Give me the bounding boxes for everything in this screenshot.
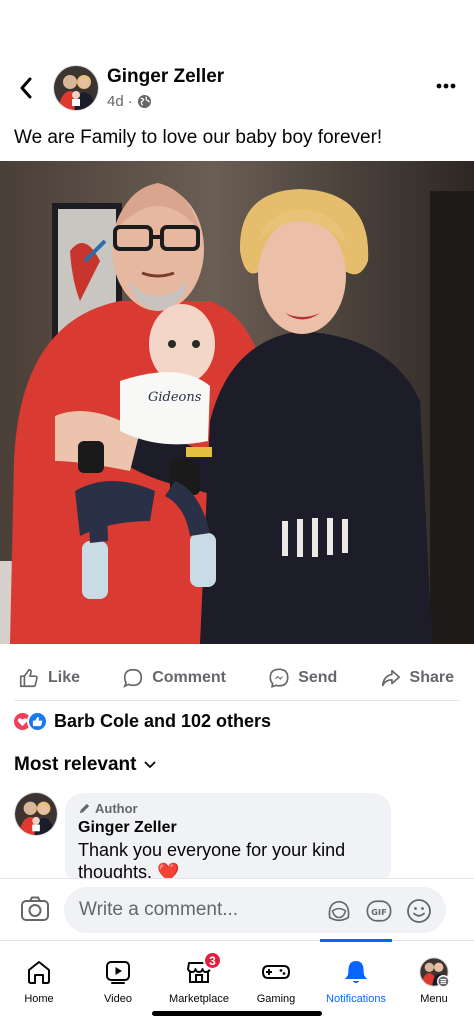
- comment-button[interactable]: Comment: [122, 667, 226, 689]
- post-meta: 4d ·: [107, 93, 152, 110]
- chevron-left-icon: [20, 77, 32, 99]
- tab-notifications-label: Notifications: [326, 993, 386, 1005]
- messenger-icon: [269, 668, 289, 688]
- tab-menu-label: Menu: [420, 993, 448, 1005]
- tab-video[interactable]: Video: [93, 941, 143, 1005]
- comment-sort-dropdown[interactable]: Most relevant: [14, 754, 156, 776]
- commenter-avatar[interactable]: [14, 792, 58, 836]
- post-header: Ginger Zeller 4d ·: [0, 62, 474, 114]
- tab-home-label: Home: [24, 993, 54, 1005]
- home-indicator: [152, 1011, 322, 1016]
- svg-text:Gideons: Gideons: [148, 390, 202, 405]
- avatar-menu-icon: [419, 957, 449, 988]
- home-icon: [28, 961, 50, 984]
- share-label: Share: [409, 669, 454, 686]
- thumbs-up-icon: [19, 668, 38, 688]
- share-button[interactable]: Share: [380, 667, 454, 689]
- like-label: Like: [48, 669, 81, 686]
- camera-button[interactable]: [20, 895, 50, 923]
- tab-home[interactable]: Home: [14, 941, 64, 1005]
- comment-label: Comment: [152, 669, 226, 686]
- share-arrow-icon: [381, 669, 400, 687]
- meta-separator: ·: [127, 93, 133, 110]
- status-bar-area: [0, 0, 474, 60]
- back-button[interactable]: [14, 74, 38, 102]
- send-label: Send: [298, 669, 338, 686]
- comment-text: Thank you everyone for your kind thought…: [78, 840, 346, 882]
- comment-author-name[interactable]: Ginger Zeller: [78, 819, 378, 837]
- video-icon: [106, 961, 130, 984]
- tab-gaming[interactable]: Gaming: [251, 941, 301, 1005]
- gaming-icon: [261, 965, 291, 979]
- author-name[interactable]: Ginger Zeller: [107, 66, 224, 88]
- tab-gaming-label: Gaming: [256, 993, 296, 1005]
- bottom-tab-bar: Home Video 3 Marketplace Gaming Notifica…: [0, 939, 474, 1024]
- gif-icon[interactable]: GIF: [366, 898, 392, 924]
- tab-menu[interactable]: Menu: [410, 941, 458, 1005]
- bell-icon: [345, 961, 367, 983]
- tab-marketplace[interactable]: 3 Marketplace: [162, 941, 236, 1005]
- more-dots-icon: [436, 83, 456, 89]
- post-caption: We are Family to love our baby boy forev…: [14, 127, 383, 148]
- pencil-icon: [79, 803, 90, 814]
- action-divider: [14, 700, 460, 701]
- more-options-button[interactable]: [434, 74, 458, 98]
- post-time: 4d: [107, 93, 124, 110]
- send-button[interactable]: Send: [268, 667, 337, 689]
- globe-icon: [137, 94, 151, 109]
- author-avatar[interactable]: [53, 65, 99, 111]
- reactions-summary-text: Barb Cole and 102 others: [54, 711, 272, 731]
- comment-input-placeholder: Write a comment...: [79, 899, 239, 920]
- camera-icon: [21, 896, 49, 921]
- post-action-bar: Like Comment Send Share: [0, 656, 474, 700]
- comment-input[interactable]: Write a comment... GIF: [64, 887, 446, 933]
- tab-notifications[interactable]: Notifications: [320, 941, 392, 1005]
- author-badge: Author: [78, 801, 378, 816]
- like-icon: [27, 711, 48, 732]
- author-badge-label: Author: [95, 801, 138, 816]
- like-button[interactable]: Like: [18, 667, 80, 689]
- emoji-icon[interactable]: [406, 898, 432, 924]
- tab-video-label: Video: [104, 993, 132, 1005]
- avatar-sticker-icon[interactable]: [326, 898, 352, 924]
- sort-label: Most relevant: [14, 754, 137, 775]
- reaction-icons: [12, 711, 48, 732]
- post-photo[interactable]: Gideons: [0, 161, 474, 644]
- svg-text:GIF: GIF: [371, 907, 387, 917]
- reactions-summary[interactable]: Barb Cole and 102 others: [12, 711, 271, 732]
- comment-bubble[interactable]: Author Ginger Zeller Thank you everyone …: [65, 793, 391, 885]
- comment-bubble-icon: [123, 668, 143, 688]
- chevron-down-icon: [145, 761, 156, 769]
- comment-composer: Write a comment... GIF: [0, 878, 474, 940]
- tab-marketplace-label: Marketplace: [169, 993, 229, 1005]
- marketplace-badge: 3: [203, 951, 222, 970]
